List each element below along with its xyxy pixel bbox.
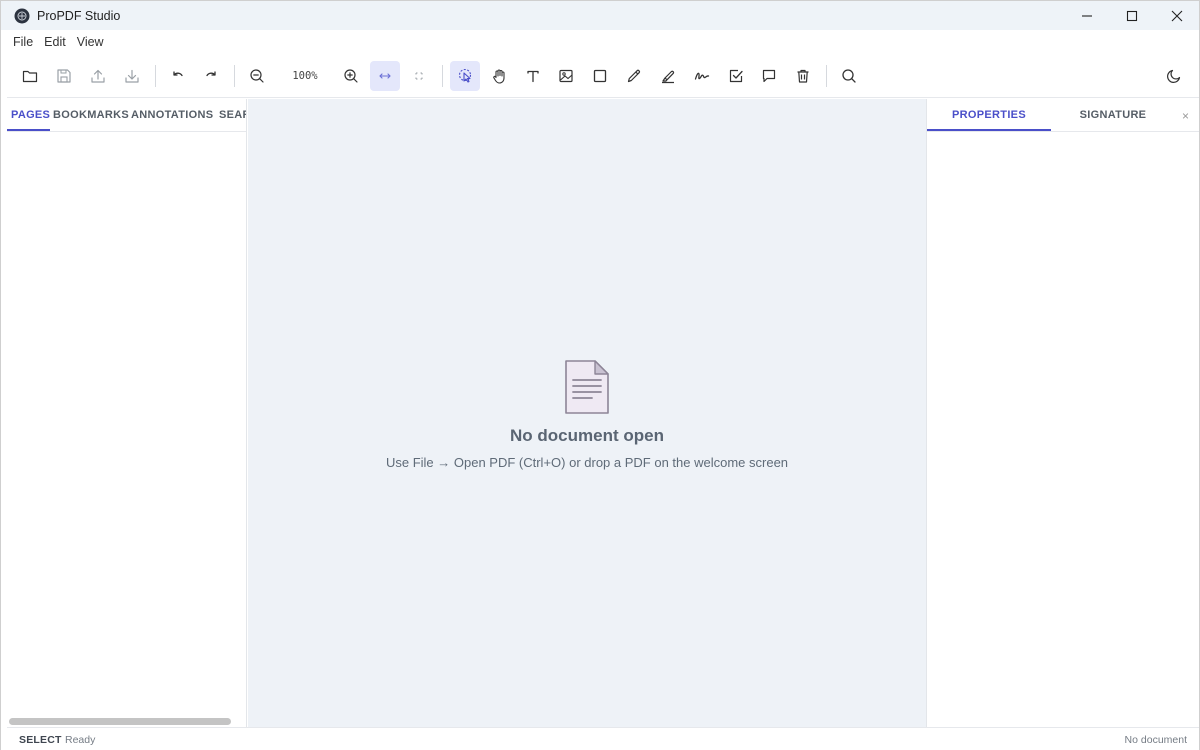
document-status: No document	[1124, 734, 1187, 746]
save-button[interactable]	[49, 61, 79, 91]
export-button[interactable]	[83, 61, 113, 91]
image-tool-icon	[559, 69, 573, 83]
toolbar-divider	[826, 65, 827, 87]
pen-tool-icon	[627, 69, 640, 83]
window-controls	[1064, 1, 1199, 30]
horizontal-scrollbar[interactable]	[9, 718, 231, 725]
tab-bookmarks[interactable]: BOOKMARKS	[53, 109, 129, 121]
zoom-out-button[interactable]	[242, 61, 272, 91]
minimize-icon	[1081, 14, 1092, 17]
active-tab-indicator	[7, 129, 50, 131]
document-viewer: No document open Use File → Open PDF (Ct…	[248, 99, 926, 727]
undo-icon	[173, 71, 183, 77]
hand-tool-icon	[493, 69, 505, 84]
fit-page-icon	[415, 72, 423, 80]
tab-properties[interactable]: PROPERTIES	[927, 109, 1051, 121]
undo-button[interactable]	[163, 61, 193, 91]
status-bar: SELECT Ready No document	[7, 727, 1199, 750]
zoom-in-button[interactable]	[336, 61, 366, 91]
toolbar-divider	[234, 65, 235, 87]
text-tool-icon	[527, 70, 539, 83]
right-sidebar: PROPERTIES SIGNATURE ×	[926, 99, 1199, 727]
maximize-button[interactable]	[1109, 1, 1154, 30]
menu-view[interactable]: View	[77, 35, 104, 49]
fit-page-button[interactable]	[404, 61, 434, 91]
upload-icon	[91, 69, 105, 83]
rectangle-tool-button[interactable]	[585, 61, 615, 91]
tab-annotations[interactable]: ANNOTATIONS	[131, 109, 213, 121]
toolbar-divider	[155, 65, 156, 87]
pen-tool-button[interactable]	[619, 61, 649, 91]
checkbox-tool-icon	[729, 69, 743, 83]
close-panel-icon[interactable]: ×	[1182, 109, 1189, 123]
status-text: Ready	[65, 734, 96, 746]
menu-edit[interactable]: Edit	[44, 35, 66, 49]
signature-tool-icon	[694, 72, 710, 80]
tab-pages[interactable]: PAGES	[11, 109, 50, 121]
delete-button[interactable]	[788, 61, 818, 91]
signature-tool-button[interactable]	[687, 61, 717, 91]
save-icon	[57, 69, 71, 83]
tab-signature[interactable]: SIGNATURE	[1051, 109, 1175, 121]
redo-icon	[206, 71, 216, 77]
zoom-level[interactable]: 100%	[285, 61, 325, 91]
image-tool-button[interactable]	[551, 61, 581, 91]
redo-button[interactable]	[196, 61, 226, 91]
select-tool-icon	[458, 68, 472, 83]
window-title: ProPDF Studio	[37, 8, 121, 23]
comment-tool-icon	[762, 69, 776, 83]
menu-file[interactable]: File	[13, 35, 33, 49]
theme-toggle-icon	[1167, 69, 1181, 83]
empty-state-title: No document open	[510, 426, 664, 445]
open-button[interactable]	[15, 61, 45, 91]
menu-bar: File Edit View	[1, 30, 1199, 54]
right-sidebar-tabs: PROPERTIES SIGNATURE ×	[927, 99, 1199, 132]
fit-width-icon	[379, 73, 391, 79]
highlighter-tool-button[interactable]	[653, 61, 683, 91]
toolbar-divider	[442, 65, 443, 87]
active-tab-indicator	[927, 129, 1051, 131]
left-sidebar: PAGES BOOKMARKS ANNOTATIONS SEARCH	[7, 99, 247, 727]
close-icon	[1171, 10, 1182, 21]
download-icon	[125, 69, 139, 83]
toolbar: 100%	[1, 54, 1199, 98]
close-window-button[interactable]	[1154, 1, 1199, 30]
zoom-out-icon	[250, 69, 264, 83]
fit-width-button[interactable]	[370, 61, 400, 91]
search-icon	[842, 69, 856, 83]
empty-state-subtitle: Use File → Open PDF (Ctrl+O) or drop a P…	[385, 455, 789, 470]
tool-mode-label: SELECT	[19, 734, 62, 746]
title-bar: ProPDF Studio	[1, 1, 1199, 30]
search-button[interactable]	[834, 61, 864, 91]
comment-tool-button[interactable]	[754, 61, 784, 91]
zoom-in-icon	[344, 69, 358, 83]
select-tool-button[interactable]	[450, 61, 480, 91]
theme-toggle-button[interactable]	[1159, 61, 1189, 91]
hand-tool-button[interactable]	[484, 61, 514, 91]
left-sidebar-tabs: PAGES BOOKMARKS ANNOTATIONS SEARCH	[7, 99, 246, 132]
minimize-button[interactable]	[1064, 1, 1109, 30]
maximize-icon	[1126, 10, 1137, 21]
app-logo-icon	[14, 8, 30, 24]
document-icon	[565, 360, 609, 414]
open-folder-icon	[22, 70, 38, 83]
text-tool-button[interactable]	[518, 61, 548, 91]
highlighter-tool-icon	[662, 70, 675, 84]
checkbox-tool-button[interactable]	[721, 61, 751, 91]
tab-search[interactable]: SEARCH	[219, 109, 246, 121]
rectangle-tool-icon	[593, 69, 607, 83]
delete-icon	[797, 69, 809, 83]
app-window: ProPDF Studio File Edit View 100% PAGES …	[0, 0, 1200, 750]
download-button[interactable]	[117, 61, 147, 91]
